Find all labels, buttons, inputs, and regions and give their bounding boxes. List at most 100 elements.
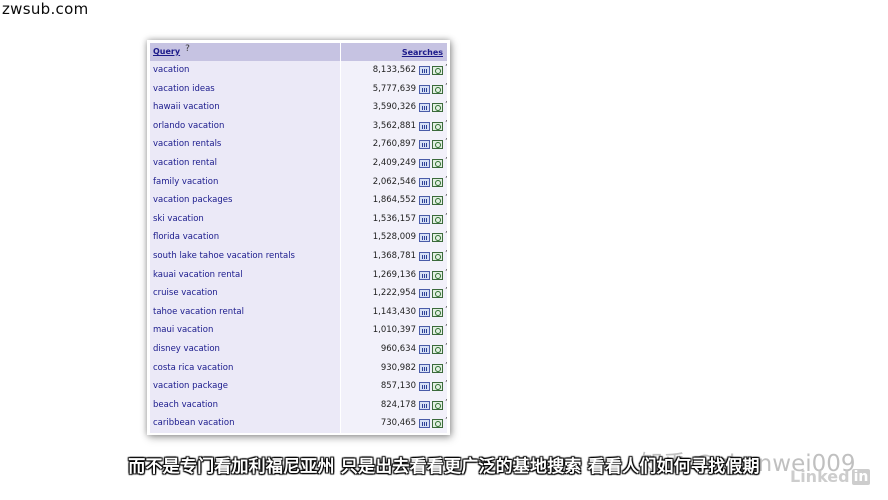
table-row: family vacation 2,062,546 ʼ (150, 172, 448, 192)
query-cell[interactable]: vacation (150, 61, 341, 80)
globe-icon[interactable] (432, 270, 443, 280)
truncated-edge: ʼ (445, 248, 448, 258)
search-count: 960,634 (380, 343, 416, 354)
globe-icon[interactable] (432, 121, 443, 131)
linkedin-in-box: in (851, 468, 871, 485)
bar-chart-icon[interactable] (419, 66, 430, 75)
globe-icon[interactable] (432, 307, 443, 317)
bar-chart-icon[interactable] (419, 214, 430, 224)
query-cell[interactable]: caribbean vacation (150, 414, 341, 433)
bar-chart-icon[interactable] (419, 196, 430, 206)
globe-icon[interactable] (432, 66, 443, 75)
bar-chart-icon[interactable] (419, 344, 430, 354)
query-cell[interactable]: disney vacation (150, 339, 341, 359)
query-cell[interactable]: ski vacation (150, 209, 341, 229)
truncated-edge: ʼ (445, 155, 448, 165)
query-cell[interactable]: florida vacation (150, 228, 341, 247)
query-cell[interactable]: orlando vacation (150, 116, 341, 136)
bar-chart-icon[interactable] (419, 251, 430, 261)
query-cell[interactable]: vacation rental (150, 153, 341, 173)
bar-chart-icon[interactable] (419, 158, 430, 168)
table-row: vacation ideas 5,777,639 ʼ (150, 79, 448, 99)
searches-cell: 824,178 ʼ (341, 395, 448, 415)
truncated-edge: ʼ (445, 304, 448, 314)
bar-chart-icon[interactable] (419, 363, 430, 373)
bar-chart-icon[interactable] (419, 84, 430, 94)
query-header-link[interactable]: Query (153, 47, 180, 56)
searches-cell: 960,634 ʼ (341, 339, 448, 359)
truncated-edge: ʼ (445, 230, 448, 240)
table-row: disney vacation 960,634 ʼ (150, 339, 448, 359)
query-cell[interactable]: costa rica vacation (150, 358, 341, 378)
bar-chart-icon[interactable] (419, 307, 430, 317)
site-watermark: zwsub.com (2, 0, 89, 18)
globe-icon[interactable] (432, 344, 443, 354)
search-count: 8,133,562 (372, 65, 416, 75)
truncated-edge: ʼ (445, 174, 448, 184)
search-count: 1,269,136 (372, 269, 416, 280)
searches-cell: 3,590,326 ʼ (341, 98, 448, 117)
query-cell[interactable]: vacation package (150, 377, 341, 396)
truncated-edge: ʼ (445, 267, 448, 277)
table-row: vacation rentals 2,760,897 ʼ (150, 135, 448, 154)
help-icon[interactable]: ? (185, 44, 190, 54)
searches-cell: 1,368,781 ʼ (341, 246, 448, 266)
query-cell[interactable]: kauai vacation rental (150, 265, 341, 285)
bar-chart-icon[interactable] (419, 382, 430, 392)
linkedin-logo: Linked in (790, 467, 871, 486)
globe-icon[interactable] (432, 400, 443, 410)
query-cell[interactable]: vacation ideas (150, 79, 341, 99)
search-count: 824,178 (380, 399, 416, 410)
search-count: 1,143,430 (372, 306, 416, 317)
query-cell[interactable]: beach vacation (150, 395, 341, 415)
bar-chart-icon[interactable] (419, 400, 430, 410)
searches-column-header[interactable]: Searches (341, 43, 447, 62)
query-column-header[interactable]: Query? (150, 43, 341, 62)
search-count: 1,528,009 (372, 232, 416, 243)
search-count: 2,760,897 (372, 139, 416, 150)
keyword-table-screenshot: Query? Searches vacation 8,133,562 ʼ vacati… (147, 40, 450, 435)
globe-icon[interactable] (432, 158, 443, 168)
table-header: Query? Searches (150, 43, 447, 62)
query-cell[interactable]: tahoe vacation rental (150, 302, 341, 322)
globe-icon[interactable] (432, 103, 443, 113)
globe-icon[interactable] (432, 84, 443, 94)
globe-icon[interactable] (432, 140, 443, 150)
table-row: hawaii vacation 3,590,326 ʼ (150, 98, 448, 117)
bar-chart-icon[interactable] (419, 289, 430, 299)
bar-chart-icon[interactable] (419, 270, 430, 280)
query-cell[interactable]: maui vacation (150, 321, 341, 340)
search-count: 1,222,954 (372, 288, 416, 299)
query-cell[interactable]: vacation rentals (150, 135, 341, 154)
query-cell[interactable]: south lake tahoe vacation rentals (150, 246, 341, 266)
table-row: beach vacation 824,178 ʼ (150, 395, 448, 415)
globe-icon[interactable] (432, 196, 443, 206)
query-cell[interactable]: cruise vacation (150, 284, 341, 303)
globe-icon[interactable] (432, 289, 443, 299)
bar-chart-icon[interactable] (419, 233, 430, 243)
table-row: costa rica vacation 930,982 ʼ (150, 358, 448, 378)
globe-icon[interactable] (432, 326, 443, 336)
globe-icon[interactable] (432, 419, 443, 429)
query-cell[interactable]: vacation packages (150, 191, 341, 210)
bar-chart-icon[interactable] (419, 419, 430, 429)
bar-chart-icon[interactable] (419, 103, 430, 113)
bar-chart-icon[interactable] (419, 177, 430, 187)
bar-chart-icon[interactable] (419, 326, 430, 336)
globe-icon[interactable] (432, 382, 443, 392)
globe-icon[interactable] (432, 251, 443, 261)
truncated-edge: ʼ (445, 397, 448, 407)
globe-icon[interactable] (432, 177, 443, 187)
searches-cell: 3,562,881 ʼ (341, 116, 448, 136)
bar-chart-icon[interactable] (419, 121, 430, 131)
bar-chart-icon[interactable] (419, 140, 430, 150)
table-row: tahoe vacation rental 1,143,430 ʼ (150, 302, 448, 322)
truncated-edge: ʼ (445, 379, 448, 389)
searches-cell: 2,062,546 ʼ (341, 172, 448, 192)
globe-icon[interactable] (432, 214, 443, 224)
query-cell[interactable]: family vacation (150, 172, 341, 192)
query-cell[interactable]: hawaii vacation (150, 98, 341, 117)
search-count: 3,590,326 (372, 102, 416, 113)
globe-icon[interactable] (432, 363, 443, 373)
globe-icon[interactable] (432, 233, 443, 243)
